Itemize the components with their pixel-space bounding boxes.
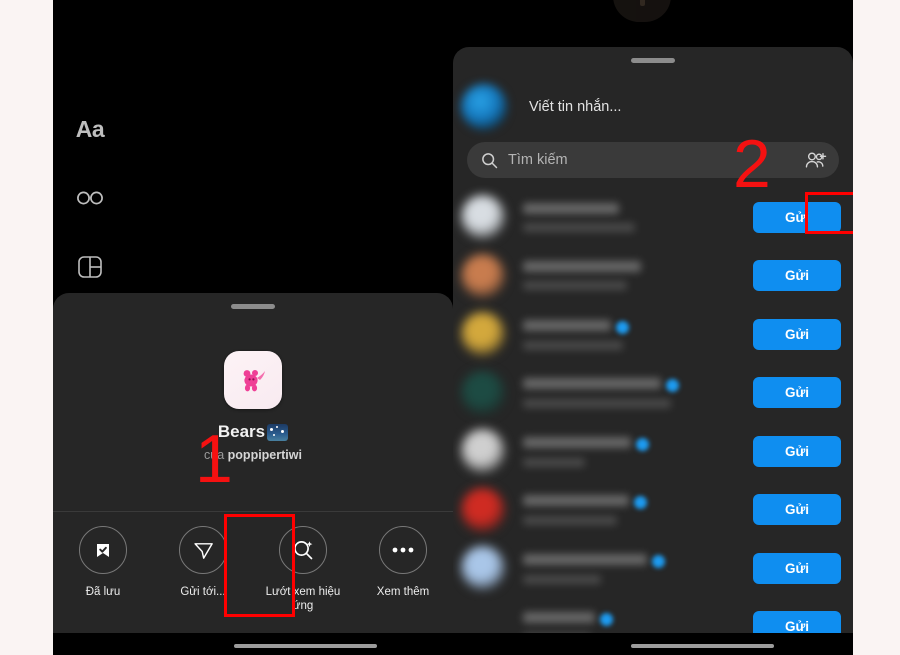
- avatar: [461, 84, 507, 130]
- table-row[interactable]: Gửi: [453, 422, 853, 481]
- search-input[interactable]: Tìm kiếm: [467, 142, 839, 178]
- sheet-divider: [53, 511, 453, 512]
- contact-username: [523, 222, 635, 232]
- screenshot-root: Aa Bears của poppipertiwi Đã lưu Gửi tới…: [0, 0, 900, 655]
- action-label-da-luu: Đã lưu: [85, 586, 121, 598]
- contact-name-block: [523, 261, 753, 291]
- contact-name: [523, 261, 641, 273]
- contact-username: [523, 281, 627, 291]
- phone-screen: Aa Bears của poppipertiwi Đã lưu Gửi tới…: [53, 0, 853, 655]
- table-row[interactable]: Gửi: [453, 364, 853, 423]
- loop-tool-icon[interactable]: [73, 181, 107, 215]
- avatar: [461, 195, 505, 240]
- add-people-icon[interactable]: [805, 151, 827, 170]
- verified-badge-icon: [600, 613, 613, 627]
- table-row[interactable]: Gửi: [453, 481, 853, 540]
- contact-name-block: [523, 202, 753, 232]
- contact-name: [523, 553, 647, 565]
- annotation-number-2: 2: [733, 126, 771, 202]
- contact-name-block: [523, 611, 753, 634]
- send-button[interactable]: Gửi: [753, 435, 841, 467]
- contact-name-block: [523, 436, 753, 467]
- home-indicator-left: [234, 644, 377, 648]
- send-button[interactable]: Gửi: [753, 611, 841, 634]
- contact-name-block: [523, 553, 753, 584]
- avatar: [461, 429, 505, 474]
- verified-badge-icon: [634, 496, 647, 510]
- ellipsis-icon: [379, 526, 427, 574]
- avatar: [461, 546, 505, 591]
- avatar: [461, 370, 505, 415]
- write-message-placeholder: Viết tin nhắn...: [529, 99, 622, 115]
- contact-name-block: [523, 377, 753, 409]
- sheet-drag-handle-right[interactable]: [631, 58, 675, 63]
- contact-username: [523, 457, 585, 467]
- send-button[interactable]: Gửi: [753, 260, 841, 292]
- contact-name: [523, 202, 619, 214]
- contact-list[interactable]: Gửi Gửi Gửi Gửi Gửi Gửi Gửi Gửi: [453, 188, 853, 634]
- avatar: [461, 487, 505, 532]
- highlight-box-send-button: [805, 192, 853, 234]
- annotation-number-1: 1: [195, 421, 233, 497]
- search-icon: [481, 152, 498, 169]
- contact-name-block: [523, 319, 753, 350]
- search-placeholder: Tìm kiếm: [508, 152, 568, 168]
- night-with-stars-icon: [267, 423, 289, 441]
- layout-tool-icon[interactable]: [73, 250, 107, 284]
- action-label-gui-toi: Gửi tới...: [180, 586, 226, 598]
- avatar: [461, 253, 505, 298]
- text-tool-icon[interactable]: Aa: [73, 112, 107, 146]
- action-da-luu[interactable]: Đã lưu: [53, 526, 153, 613]
- send-button[interactable]: Gửi: [753, 494, 841, 526]
- sheet-drag-handle-left[interactable]: [231, 304, 275, 309]
- send-to-sheet-right: Viết tin nhắn... Tìm kiếm Gửi Gửi Gửi Gử…: [453, 47, 853, 634]
- table-row[interactable]: Gửi: [453, 539, 853, 598]
- send-button[interactable]: Gửi: [753, 318, 841, 350]
- contact-username: [523, 399, 671, 409]
- action-xem-them[interactable]: Xem thêm: [353, 526, 453, 613]
- table-row[interactable]: Gửi: [453, 188, 853, 247]
- highlight-box-gui-toi: [224, 514, 295, 617]
- contact-name: [523, 436, 631, 448]
- avatar: [461, 605, 505, 634]
- contact-username: [523, 340, 623, 350]
- table-row[interactable]: Gửi: [453, 305, 853, 364]
- verified-badge-icon: [636, 437, 649, 451]
- paper-plane-icon: [179, 526, 227, 574]
- home-indicator-right: [631, 644, 774, 648]
- sticker-thumbnail[interactable]: [224, 351, 282, 409]
- contact-username: [523, 516, 617, 526]
- top-cutoff-shape-left: [613, 0, 671, 22]
- avatar: [461, 312, 505, 357]
- contact-name: [523, 612, 595, 624]
- contact-name: [523, 319, 611, 331]
- sticker-author[interactable]: poppipertiwi: [228, 448, 302, 462]
- verified-badge-icon: [616, 320, 629, 334]
- action-label-xem-them: Xem thêm: [376, 586, 430, 598]
- contact-name-block: [523, 494, 753, 526]
- send-button[interactable]: Gửi: [753, 377, 841, 409]
- contact-name: [523, 378, 661, 390]
- contact-username: [523, 574, 601, 584]
- sticker-preview: Bears của poppipertiwi: [53, 351, 453, 462]
- verified-badge-icon: [652, 554, 665, 568]
- send-button[interactable]: Gửi: [753, 552, 841, 584]
- write-message-row[interactable]: Viết tin nhắn...: [453, 77, 853, 137]
- table-row[interactable]: Gửi: [453, 598, 853, 634]
- saved-bookmark-check-icon: [79, 526, 127, 574]
- verified-badge-icon: [666, 379, 679, 393]
- table-row[interactable]: Gửi: [453, 247, 853, 306]
- contact-name: [523, 495, 629, 507]
